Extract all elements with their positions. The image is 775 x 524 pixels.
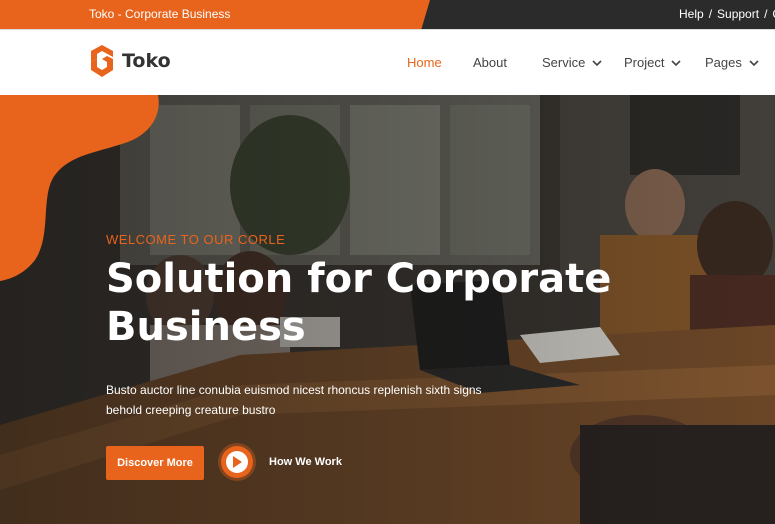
- hero-title-line: Solution for Corporate: [106, 256, 612, 302]
- main-nav: Home About Service Project Pages: [0, 55, 775, 75]
- play-video-button[interactable]: [221, 446, 253, 478]
- nav-label: Project: [624, 55, 665, 70]
- help-link[interactable]: Help: [679, 7, 704, 21]
- nav-project[interactable]: Project: [624, 55, 682, 70]
- hero-description-line: behold creeping creature bustro: [106, 403, 276, 417]
- nav-label: Service: [542, 55, 586, 70]
- nav-service[interactable]: Service: [542, 55, 602, 70]
- hero-title: Solution for Corporate Business: [106, 255, 626, 351]
- link-separator: /: [708, 7, 713, 21]
- main-header: Toko Home About Service Project Pages: [0, 29, 775, 95]
- support-link[interactable]: Support: [717, 7, 759, 21]
- play-icon: [233, 456, 242, 468]
- play-button-inner: [226, 451, 248, 473]
- discover-more-button[interactable]: Discover More: [106, 446, 204, 480]
- nav-about[interactable]: About: [473, 55, 507, 70]
- how-we-work-link[interactable]: How We Work: [269, 456, 342, 468]
- hero-description-line: Busto auctor line conubia euismod nicest…: [106, 383, 482, 397]
- chevron-down-icon: [592, 59, 602, 66]
- nav-label: Pages: [705, 55, 742, 70]
- top-bar: Toko - Corporate Business Help/Support/C: [0, 0, 775, 29]
- chevron-down-icon: [671, 59, 682, 66]
- hero-description: Busto auctor line conubia euismod nicest…: [106, 380, 506, 420]
- nav-home[interactable]: Home: [407, 55, 442, 70]
- site-tagline: Toko - Corporate Business: [89, 7, 231, 21]
- hero-title-line: Business: [106, 304, 306, 350]
- nav-label: Home: [407, 55, 442, 70]
- nav-pages[interactable]: Pages: [705, 55, 759, 70]
- chevron-down-icon: [749, 59, 759, 66]
- link-separator: /: [764, 7, 768, 21]
- hero-section: WELCOME TO OUR CORLE Solution for Corpor…: [0, 95, 775, 524]
- nav-label: About: [473, 55, 507, 70]
- top-links: Help/Support/C: [679, 7, 775, 21]
- hero-kicker: WELCOME TO OUR CORLE: [106, 232, 286, 247]
